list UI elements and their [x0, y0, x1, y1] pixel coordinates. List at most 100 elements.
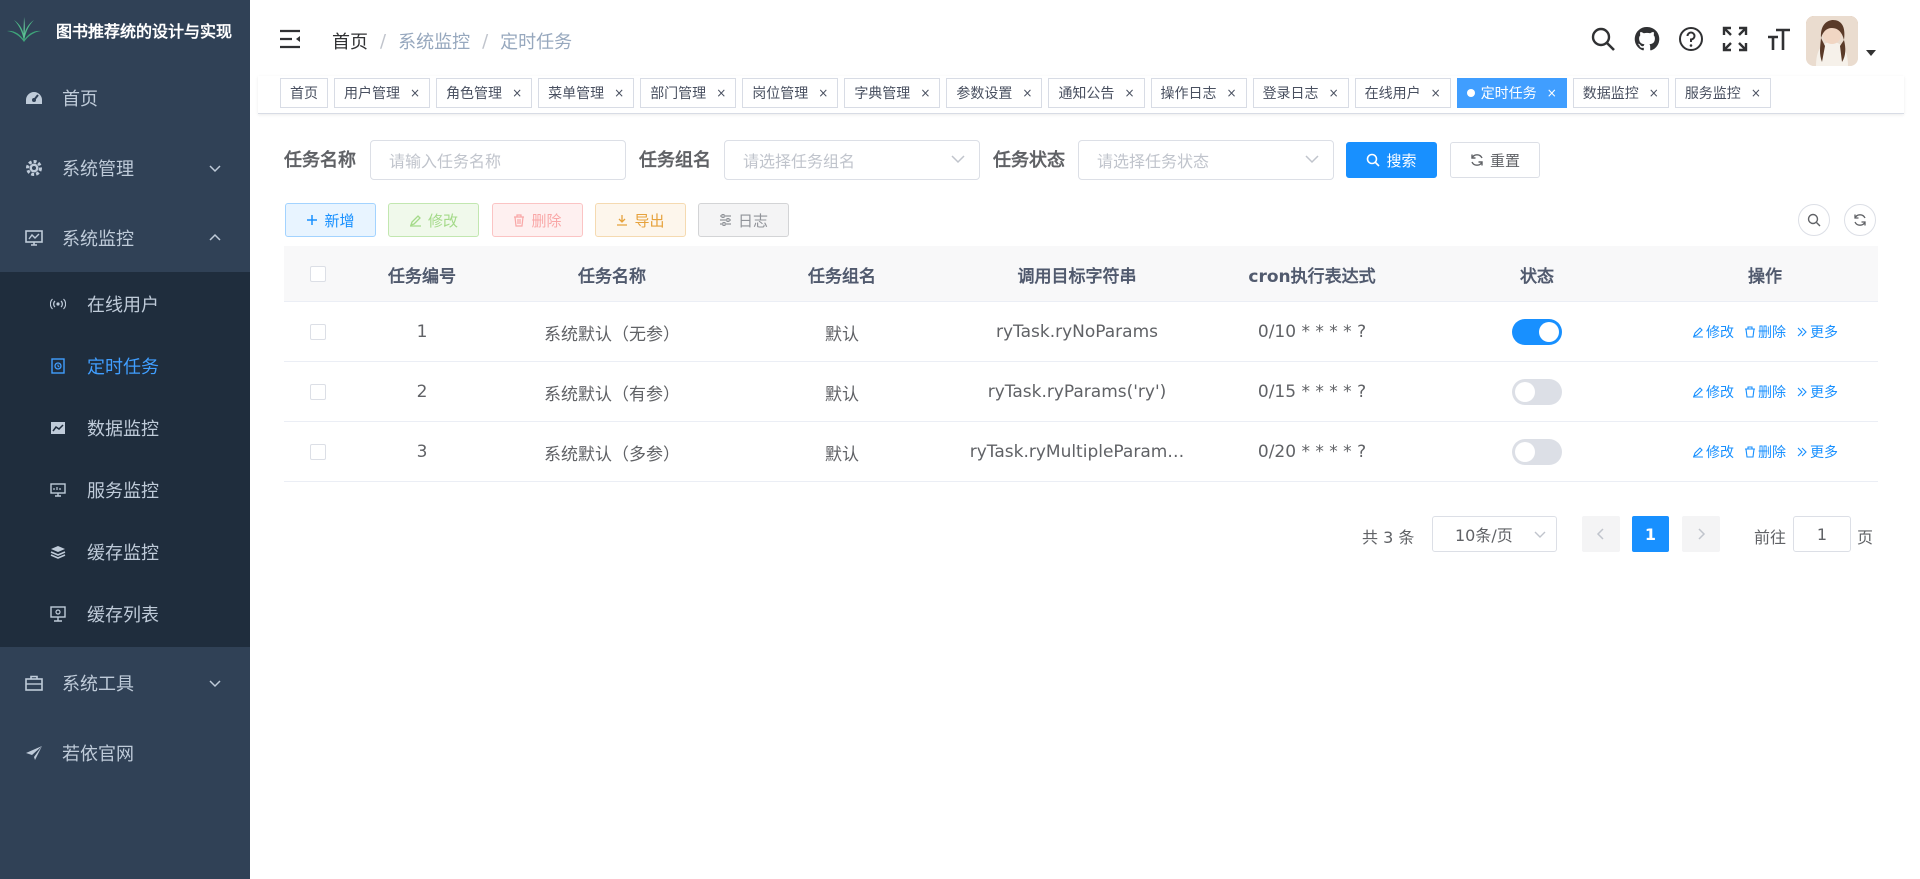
tag-12[interactable]: 定时任务 × [1456, 78, 1567, 108]
close-icon[interactable]: × [1547, 86, 1557, 100]
search-icon[interactable] [1590, 26, 1616, 52]
tag-2[interactable]: 角色管理 × [436, 78, 533, 108]
close-icon[interactable]: × [920, 86, 930, 100]
row-delete-link[interactable]: 删除 [1744, 442, 1786, 462]
tag-13[interactable]: 数据监控 × [1572, 78, 1669, 108]
cell-status [1422, 302, 1652, 362]
close-icon[interactable]: × [818, 86, 828, 100]
close-icon[interactable]: × [716, 86, 726, 100]
question-icon[interactable] [1678, 26, 1704, 52]
sidebar-item-tool[interactable]: 系统工具 [0, 655, 250, 711]
plus-icon [306, 214, 318, 226]
job-name-input[interactable]: 请输入任务名称 [370, 140, 626, 180]
sidebar-item-home[interactable]: 首页 [0, 70, 250, 126]
status-switch[interactable] [1512, 379, 1562, 405]
close-icon[interactable]: × [1431, 86, 1441, 100]
tag-3[interactable]: 菜单管理 × [538, 78, 635, 108]
close-icon[interactable]: × [1022, 86, 1032, 100]
next-page-button[interactable] [1682, 516, 1720, 552]
export-button[interactable]: 导出 [595, 203, 686, 237]
tag-5[interactable]: 岗位管理 × [742, 78, 839, 108]
prev-page-button[interactable] [1582, 516, 1620, 552]
tag-label: 通知公告 [1058, 86, 1115, 102]
tag-14[interactable]: 服务监控 × [1674, 78, 1771, 108]
breadcrumb-home[interactable]: 首页 [332, 28, 368, 54]
tag-7[interactable]: 参数设置 × [946, 78, 1043, 108]
row-edit-link[interactable]: 修改 [1692, 442, 1734, 462]
search-button[interactable]: 搜索 [1346, 142, 1437, 178]
sidebar-subitem-online[interactable]: 在线用户 [0, 273, 250, 335]
sidebar-subitem-druid[interactable]: 数据监控 [0, 397, 250, 459]
caret-down-icon[interactable] [1866, 50, 1876, 56]
refresh-button[interactable] [1844, 204, 1876, 236]
chevron-left-icon [1596, 528, 1604, 540]
page-number-current[interactable]: 1 [1632, 516, 1669, 552]
github-icon[interactable] [1634, 26, 1660, 52]
close-icon[interactable]: × [1751, 86, 1761, 100]
job-name-label: 任务名称 [284, 150, 356, 171]
tag-8[interactable]: 通知公告 × [1048, 78, 1145, 108]
close-icon[interactable]: × [512, 86, 522, 100]
close-icon[interactable]: × [1124, 86, 1134, 100]
status-switch[interactable] [1512, 439, 1562, 465]
row-delete-link[interactable]: 删除 [1744, 322, 1786, 342]
sidebar-subitem-cache[interactable]: 缓存监控 [0, 521, 250, 583]
job-group-select[interactable]: 请选择任务组名 [724, 140, 980, 180]
tag-4[interactable]: 部门管理 × [640, 78, 737, 108]
log-button[interactable]: 日志 [698, 203, 789, 237]
job-group-label: 任务组名 [639, 150, 711, 171]
row-more-link[interactable]: 更多 [1796, 382, 1838, 402]
status-switch[interactable] [1512, 319, 1562, 345]
sidebar-item-system[interactable]: 系统管理 [0, 140, 250, 196]
row-delete-link[interactable]: 删除 [1744, 382, 1786, 402]
header-invoke-target: 调用目标字符串 [1017, 266, 1137, 287]
row-checkbox[interactable] [310, 384, 326, 400]
hamburger-icon[interactable] [278, 28, 302, 50]
sidebar-item-website[interactable]: 若依官网 [0, 725, 250, 781]
fullscreen-icon[interactable] [1722, 26, 1748, 52]
tag-9[interactable]: 操作日志 × [1150, 78, 1247, 108]
reset-button[interactable]: 重置 [1450, 142, 1540, 178]
cell-checkbox [284, 362, 352, 422]
font-size-icon[interactable] [1766, 26, 1792, 52]
logo-row[interactable]: 图书推荐统的设计与实现 [0, 0, 250, 60]
edit-icon [1693, 327, 1703, 338]
toggle-search-button[interactable] [1798, 204, 1830, 236]
sidebar-subitem-label: 缓存列表 [87, 605, 159, 626]
edit-button[interactable]: 修改 [388, 203, 479, 237]
cell-actions: 修改 删除 更多 [1652, 302, 1878, 362]
page-size-select[interactable]: 10条/页 [1432, 516, 1557, 552]
search-icon [1807, 213, 1821, 227]
goto-page-input[interactable]: 1 [1793, 516, 1851, 552]
dashboard-icon [24, 88, 44, 108]
tag-10[interactable]: 登录日志 × [1252, 78, 1349, 108]
close-icon[interactable]: × [1227, 86, 1237, 100]
tag-11[interactable]: 在线用户 × [1354, 78, 1451, 108]
add-button[interactable]: 新增 [285, 203, 376, 237]
tag-0[interactable]: 首页 [280, 78, 328, 108]
tag-1[interactable]: 用户管理 × [334, 78, 431, 108]
refresh-icon [1854, 214, 1866, 226]
cell-job-name: 系统默认（有参） [544, 384, 680, 405]
sidebar-subitem-cache-list[interactable]: 缓存列表 [0, 583, 250, 645]
status-select[interactable]: 请选择任务状态 [1078, 140, 1334, 180]
sidebar-subitem-server[interactable]: 服务监控 [0, 459, 250, 521]
row-more-link[interactable]: 更多 [1796, 442, 1838, 462]
double-arrow-right-icon [1797, 447, 1807, 457]
close-icon[interactable]: × [410, 86, 420, 100]
delete-button[interactable]: 删除 [492, 203, 583, 237]
sidebar-item-label: 首页 [62, 89, 98, 110]
row-checkbox[interactable] [310, 444, 326, 460]
avatar[interactable] [1806, 16, 1858, 66]
close-icon[interactable]: × [1649, 86, 1659, 100]
tag-6[interactable]: 字典管理 × [844, 78, 941, 108]
close-icon[interactable]: × [614, 86, 624, 100]
row-checkbox[interactable] [310, 324, 326, 340]
sidebar-subitem-job[interactable]: 定时任务 [0, 335, 250, 397]
select-all-checkbox[interactable] [310, 266, 326, 282]
row-more-link[interactable]: 更多 [1796, 322, 1838, 342]
close-icon[interactable]: × [1329, 86, 1339, 100]
row-edit-link[interactable]: 修改 [1692, 322, 1734, 342]
row-edit-link[interactable]: 修改 [1692, 382, 1734, 402]
sidebar-item-monitor[interactable]: 系统监控 [0, 210, 250, 266]
